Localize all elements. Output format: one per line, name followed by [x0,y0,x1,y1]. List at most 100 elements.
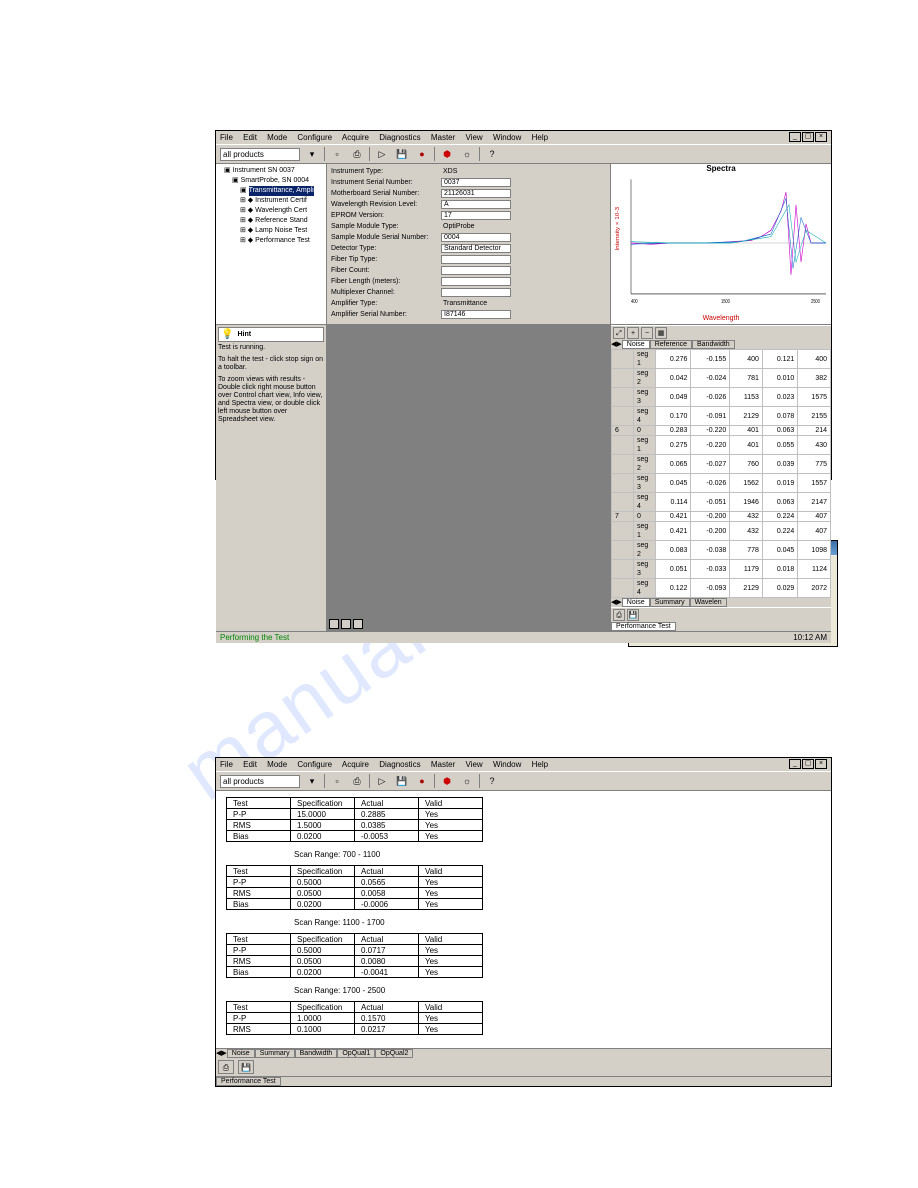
menu-window[interactable]: Window [493,760,521,769]
grid-cell: 382 [798,369,831,388]
minimize-button[interactable]: _ [789,132,801,142]
refresh-icon[interactable]: ▾ [304,146,320,162]
maximize-button[interactable]: ▢ [802,132,814,142]
refresh-icon[interactable]: ▾ [304,773,320,789]
spec-cell: 0.0385 [355,820,419,831]
tab-reference[interactable]: Reference [650,340,692,349]
svg-text:Intensity × 10-3: Intensity × 10-3 [616,207,621,251]
tab-opqual2[interactable]: OpQual2 [375,1049,413,1058]
new-icon[interactable]: ▫ [329,773,345,789]
tab-bandwidth[interactable]: Bandwidth [692,340,735,349]
new-icon[interactable]: ▫ [329,146,345,162]
grid-cell: 407 [798,522,831,541]
grid-cell: 1575 [798,388,831,407]
menu-view[interactable]: View [466,133,483,142]
field-value: 21126031 [441,189,511,198]
help-icon[interactable]: ? [484,146,500,162]
stop-icon[interactable]: ⬢ [439,146,455,162]
data-grid[interactable]: seg 10.276-0.1554000.121400seg 20.042-0.… [611,349,831,598]
menu-diagnostics[interactable]: Diagnostics [379,760,420,769]
print-grid-icon[interactable]: ⎙ [613,609,625,621]
stop-icon[interactable]: ⬢ [439,773,455,789]
menu-file[interactable]: File [220,133,233,142]
grid-cell: 7 [612,512,634,522]
record-icon[interactable]: ● [414,773,430,789]
tab-summary[interactable]: Summary [255,1049,295,1058]
tool-icon[interactable]: ☼ [459,146,475,162]
grid-icon[interactable]: ▦ [655,327,667,339]
spec-cell: Yes [419,1024,483,1035]
record-icon[interactable]: ● [414,146,430,162]
tab-wavelen[interactable]: Wavelen [690,598,727,607]
tree-leaf[interactable]: Instrument Certif [255,197,307,204]
tree-transmittance[interactable]: Transmittance, Ampli [249,186,314,196]
zoom-out-icon[interactable]: − [641,327,653,339]
tree-instrument[interactable]: Instrument SN 0037 [233,167,295,174]
grid-cell: 0.276 [656,350,691,369]
nav-next-icon[interactable] [353,619,363,629]
nav-first-icon[interactable] [329,619,339,629]
tree-leaf[interactable]: Reference Stand [255,217,308,224]
tree-leaf[interactable]: Performance Test [255,237,310,244]
zoom-in-icon[interactable]: + [627,327,639,339]
nav-prev-icon[interactable] [341,619,351,629]
field-label: Wavelength Revision Level: [331,201,441,208]
tree-leaf[interactable]: Wavelength Cert [255,207,307,214]
grid-cell: 0.039 [762,455,797,474]
play-icon[interactable]: ▷ [374,146,390,162]
help-icon[interactable]: ? [484,773,500,789]
bottom-tab-perf[interactable]: Performance Test [611,622,676,631]
menu-mode[interactable]: Mode [267,760,287,769]
maximize-button[interactable]: ▢ [802,759,814,769]
field-value [441,266,511,275]
grid-cell: 1179 [730,560,763,579]
save-icon[interactable]: 💾 [238,1060,254,1074]
field-value: 0037 [441,178,511,187]
menu-configure[interactable]: Configure [297,133,332,142]
tab-noise-lower[interactable]: Noise [622,598,650,607]
zoom-full-icon[interactable]: ⤢ [613,327,625,339]
tree-leaf[interactable]: Lamp Noise Test [255,227,307,234]
menu-diagnostics[interactable]: Diagnostics [379,133,420,142]
scan-range: Scan Range: 700 - 1100 [294,850,821,859]
tree-smartprobe[interactable]: SmartProbe, SN 0004 [241,177,309,184]
menu-mode[interactable]: Mode [267,133,287,142]
bottom-tab-perf[interactable]: Performance Test [216,1077,281,1086]
spec-cell: Bias [227,899,291,910]
minimize-button[interactable]: _ [789,759,801,769]
menu-master[interactable]: Master [431,760,455,769]
field-label: Fiber Length (meters): [331,278,441,285]
tab-bandwidth[interactable]: Bandwidth [295,1049,338,1058]
menu-acquire[interactable]: Acquire [342,760,369,769]
play-icon[interactable]: ▷ [374,773,390,789]
print-icon[interactable]: ⎙ [349,773,365,789]
status-text: Performing the Test [220,633,289,642]
menu-file[interactable]: File [220,760,233,769]
menu-help[interactable]: Help [532,760,548,769]
tab-opqual1[interactable]: OpQual1 [337,1049,375,1058]
menu-master[interactable]: Master [431,133,455,142]
save-icon[interactable]: 💾 [394,773,410,789]
tab-noise[interactable]: Noise [622,340,650,349]
print-icon[interactable]: ⎙ [218,1060,234,1074]
tab-noise[interactable]: Noise [227,1049,255,1058]
menu-acquire[interactable]: Acquire [342,133,369,142]
hint-line: To zoom views with results - Double clic… [218,376,324,424]
tab-summary[interactable]: Summary [650,598,690,607]
spectra-chart: Spectra Intensity × 10-3 400 1500 2500 W… [611,164,831,324]
menu-view[interactable]: View [466,760,483,769]
close-button[interactable]: × [815,132,827,142]
menu-configure[interactable]: Configure [297,760,332,769]
tool-icon[interactable]: ☼ [459,773,475,789]
save-icon[interactable]: 💾 [394,146,410,162]
menu-edit[interactable]: Edit [243,760,257,769]
menu-window[interactable]: Window [493,133,521,142]
close-button[interactable]: × [815,759,827,769]
products-dropdown[interactable]: all products [220,775,300,788]
menu-edit[interactable]: Edit [243,133,257,142]
save-grid-icon[interactable]: 💾 [627,609,639,621]
print-icon[interactable]: ⎙ [349,146,365,162]
grid-cell: seg 3 [634,560,656,579]
menu-help[interactable]: Help [532,133,548,142]
products-dropdown[interactable]: all products [220,148,300,161]
